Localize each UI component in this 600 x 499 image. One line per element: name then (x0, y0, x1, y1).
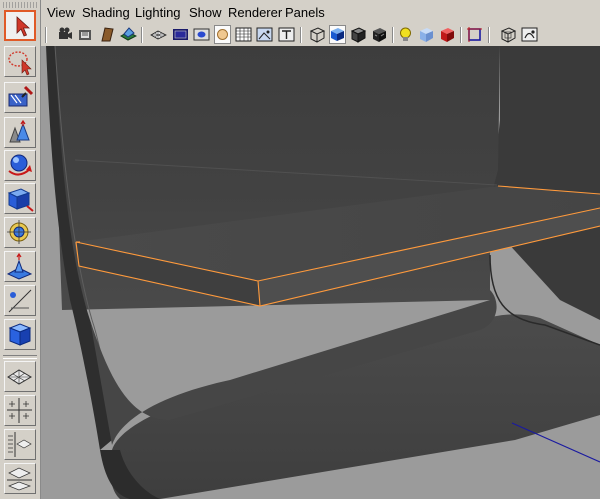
safe-title-icon (278, 27, 295, 42)
outliner-persp-layout-button[interactable] (4, 429, 36, 460)
outliner-persp-layout-icon (8, 432, 32, 457)
grid-icon (150, 30, 167, 40)
menu-view[interactable]: View (47, 5, 75, 21)
lasso-icon (8, 51, 32, 76)
xray-button[interactable] (418, 25, 435, 44)
rotate-tool-button[interactable] (4, 150, 36, 181)
grid-button[interactable] (150, 25, 167, 44)
bookmark-icon (101, 27, 114, 42)
menu-lighting[interactable]: Lighting (135, 5, 181, 21)
high-quality-icon (500, 27, 517, 43)
xray-joints-icon (441, 28, 454, 42)
isolate-select-icon (467, 27, 482, 42)
four-pane-layout-icon (7, 398, 32, 423)
isolate-select-button[interactable] (466, 25, 483, 44)
image-plane-button[interactable] (120, 25, 137, 44)
xray-icon (420, 28, 433, 42)
rotate-icon (8, 154, 32, 176)
safe-action-icon (256, 27, 273, 42)
film-gate-button[interactable] (172, 25, 189, 44)
universal-manipulator-icon (7, 220, 31, 244)
smooth-shade-icon (331, 28, 344, 41)
perspective-viewport[interactable] (41, 46, 600, 499)
toolbox (0, 0, 41, 499)
paint-brush-icon (8, 85, 34, 107)
select-arrow-icon (16, 16, 31, 37)
single-pane-layout-button[interactable] (4, 361, 36, 392)
toolbox-separator (3, 355, 37, 359)
toolbar-separator (300, 27, 302, 43)
resolution-gate-button[interactable] (193, 25, 210, 44)
field-chart-icon (235, 27, 252, 42)
persp-graph-layout-button[interactable] (4, 463, 36, 494)
bookmark-button[interactable] (99, 25, 116, 44)
menu-show[interactable]: Show (189, 5, 222, 21)
gate-mask-icon (217, 29, 228, 40)
safe-title-button[interactable] (278, 25, 295, 44)
toolbar-separator (460, 27, 462, 43)
high-quality-button[interactable] (500, 25, 517, 44)
soft-mod-icon (6, 252, 33, 280)
viewport-scene[interactable] (41, 46, 600, 499)
ambient-occlusion-button[interactable] (521, 25, 538, 44)
show-manipulator-button[interactable] (4, 285, 36, 316)
safe-action-button[interactable] (256, 25, 273, 44)
show-manipulator-icon (8, 289, 32, 313)
lasso-tool-button[interactable] (4, 46, 36, 77)
panel-menu-bar: View Shading Lighting Show Renderer Pane… (41, 0, 600, 24)
use-all-lights-button[interactable] (397, 25, 414, 44)
four-pane-layout-button[interactable] (4, 395, 36, 426)
last-used-tool-button[interactable] (4, 319, 36, 350)
move-icon (9, 119, 30, 143)
toolbar-separator (45, 27, 47, 43)
resolution-gate-icon (193, 28, 210, 41)
field-chart-button[interactable] (235, 25, 252, 44)
paint-select-tool-button[interactable] (4, 82, 36, 113)
toolbar-separator (488, 27, 490, 43)
gate-mask-button[interactable] (214, 25, 231, 44)
scale-tool-button[interactable] (4, 183, 36, 214)
soft-modification-button[interactable] (4, 251, 36, 282)
wireframe-on-shaded-button[interactable] (350, 25, 367, 44)
xray-joints-button[interactable] (439, 25, 456, 44)
textured-button[interactable] (371, 25, 388, 44)
toolbar-separator (392, 27, 394, 43)
persp-graph-layout-icon (7, 467, 32, 491)
panel-toolbar (41, 24, 600, 47)
menu-renderer[interactable]: Renderer (228, 5, 282, 21)
move-tool-button[interactable] (4, 117, 36, 148)
textured-icon (373, 28, 386, 42)
camera-attributes-icon (79, 30, 91, 40)
use-all-lights-icon (400, 27, 411, 41)
toolbox-grip[interactable] (3, 2, 37, 8)
cube-icon (8, 323, 32, 346)
select-camera-button[interactable] (56, 25, 73, 44)
toolbar-separator (141, 27, 143, 43)
single-pane-layout-icon (7, 369, 32, 385)
menu-panels[interactable]: Panels (285, 5, 325, 21)
universal-manipulator-button[interactable] (4, 217, 36, 248)
wireframe-on-shaded-icon (350, 27, 367, 43)
camera-attributes-button[interactable] (77, 25, 94, 44)
film-gate-icon (173, 29, 188, 40)
smooth-shade-button[interactable] (329, 25, 346, 44)
select-camera-icon (59, 27, 72, 39)
wireframe-button[interactable] (309, 25, 326, 44)
scale-icon (7, 188, 34, 212)
wireframe-icon (309, 27, 326, 43)
image-plane-icon (120, 27, 137, 41)
select-tool-button[interactable] (4, 10, 36, 41)
ao-icon (521, 27, 538, 42)
menu-shading[interactable]: Shading (82, 5, 130, 21)
